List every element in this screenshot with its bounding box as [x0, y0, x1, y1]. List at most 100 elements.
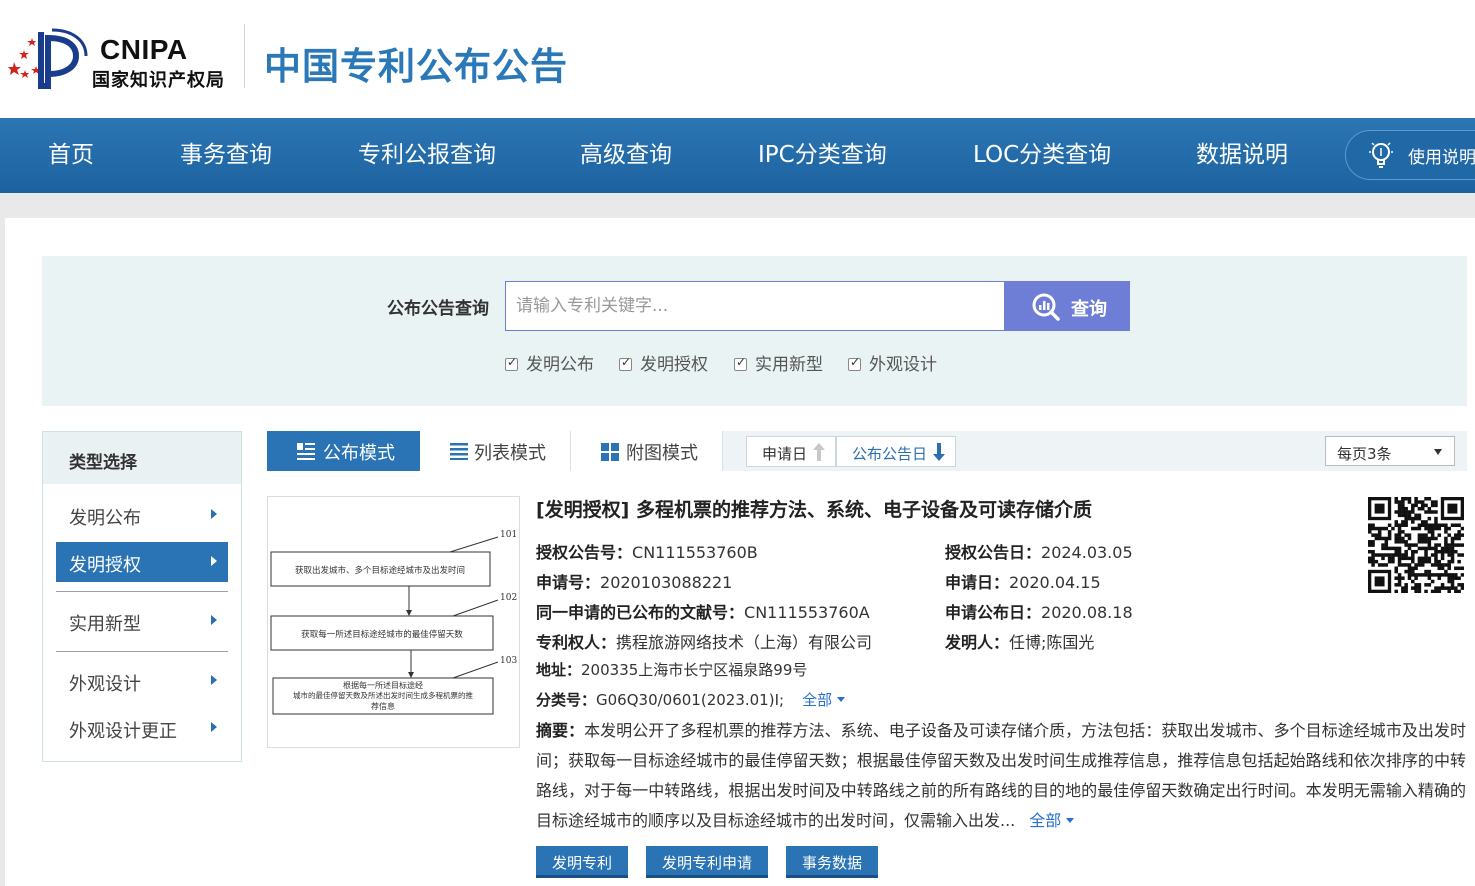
- qr-module: [1404, 553, 1408, 557]
- qr-module: [1404, 540, 1408, 544]
- qr-module: [1397, 563, 1402, 567]
- related-publication-number: CN111553760A: [744, 603, 870, 622]
- qr-module: [1454, 586, 1458, 590]
- nav-data-info[interactable]: 数据说明: [1196, 118, 1288, 193]
- affairs-data-button[interactable]: 事务数据: [786, 846, 878, 878]
- qr-module: [1384, 543, 1389, 547]
- qr-module: [1417, 586, 1422, 590]
- qr-module: [1424, 569, 1428, 574]
- qr-module: [1424, 549, 1428, 554]
- qr-module: [1407, 563, 1412, 567]
- qr-module: [1450, 583, 1455, 587]
- field-label: 分类号：: [536, 691, 597, 709]
- type-item-label: 发明公布: [69, 508, 141, 529]
- qr-module: [1420, 573, 1425, 577]
- application-date-row: 申请日：2020.04.15: [945, 569, 1101, 593]
- qr-module: [1384, 526, 1389, 531]
- qr-module: [1377, 530, 1382, 534]
- result-title[interactable]: [发明授权] 多程机票的推荐方法、系统、电子设备及可读存储介质: [536, 495, 1092, 522]
- tab-list-mode[interactable]: 列表模式: [420, 431, 571, 471]
- qr-module: [1377, 536, 1382, 541]
- button-label: 事务数据: [801, 854, 862, 872]
- nav-loc-query[interactable]: LOC分类查询: [973, 118, 1111, 193]
- qr-module: [1447, 589, 1451, 594]
- checkbox-invention-publication[interactable]: 发明公布: [505, 350, 594, 375]
- qr-module: [1417, 559, 1422, 564]
- nav-advanced-query[interactable]: 高级查询: [580, 118, 672, 193]
- qr-module: [1457, 583, 1461, 587]
- qr-module: [1407, 543, 1412, 547]
- search-input[interactable]: [505, 281, 1005, 331]
- flowchart-drawing: 101 102 103 获取出发城市、多个目标途经城市及出发时间 获取每一所述目…: [270, 530, 517, 715]
- qr-module: [1417, 516, 1422, 521]
- qr-module: [1457, 530, 1461, 534]
- qr-module: [1381, 553, 1385, 557]
- qr-module: [1407, 536, 1412, 541]
- checkbox-box[interactable]: [619, 355, 632, 371]
- per-page-select[interactable]: 每页3条: [1325, 436, 1455, 466]
- qr-module: [1417, 563, 1422, 567]
- invention-patent-button[interactable]: 发明专利: [536, 846, 628, 878]
- nav-gazette-query[interactable]: 专利公报查询: [358, 118, 496, 193]
- sort-label: 申请日: [762, 445, 808, 463]
- checkbox-invention-grant[interactable]: 发明授权: [619, 350, 708, 375]
- qr-module: [1397, 510, 1402, 514]
- cnipa-logo[interactable]: CNIPA 国家知识产权局: [8, 26, 238, 91]
- qr-module: [1414, 513, 1418, 518]
- sort-by-application-date[interactable]: 申请日: [746, 436, 836, 467]
- logo-subtitle: 国家知识产权局: [92, 70, 225, 91]
- type-item-invention-grant[interactable]: 发明授权: [56, 542, 228, 582]
- tab-publication-mode[interactable]: 公布模式: [267, 431, 420, 471]
- qr-module: [1404, 510, 1408, 514]
- help-button[interactable]: 使用说明: [1345, 130, 1475, 180]
- qr-module: [1414, 573, 1418, 577]
- qr-module: [1414, 563, 1418, 567]
- qr-module: [1424, 536, 1428, 541]
- search-button[interactable]: 查询: [1005, 281, 1130, 331]
- qr-module: [1417, 506, 1422, 511]
- qr-module: [1391, 553, 1395, 557]
- invention-application-button[interactable]: 发明专利申请: [646, 846, 768, 878]
- checkbox-utility-model[interactable]: 实用新型: [734, 350, 823, 375]
- tab-figure-mode[interactable]: 附图模式: [571, 431, 723, 471]
- qr-module: [1368, 523, 1372, 527]
- qr-module: [1427, 536, 1432, 541]
- type-item-invention-publication[interactable]: 发明公布: [56, 495, 228, 535]
- type-item-utility-model[interactable]: 实用新型: [56, 601, 228, 641]
- checkbox-box[interactable]: [505, 355, 518, 371]
- nav-home[interactable]: 首页: [48, 118, 94, 193]
- qr-module: [1397, 513, 1402, 518]
- classification-expand-link[interactable]: 全部: [802, 691, 845, 709]
- sort-by-publication-date[interactable]: 公布公告日: [836, 436, 956, 467]
- site-header: CNIPA 国家知识产权局 中国专利公布公告: [0, 0, 1475, 118]
- qr-module: [1430, 523, 1435, 527]
- checkbox-box[interactable]: [848, 355, 861, 371]
- type-divider: [56, 591, 228, 592]
- grant-date: 2024.03.05: [1041, 543, 1133, 562]
- patent-drawing-thumbnail[interactable]: 101 102 103 获取出发城市、多个目标途经城市及出发时间 获取每一所述目…: [267, 496, 520, 748]
- qr-module: [1401, 530, 1405, 534]
- nav-affairs-query[interactable]: 事务查询: [180, 118, 272, 193]
- qr-module: [1407, 569, 1412, 574]
- qr-module: [1440, 546, 1445, 551]
- qr-module: [1434, 543, 1438, 547]
- qr-module: [1424, 553, 1428, 557]
- qr-module: [1427, 573, 1432, 577]
- type-item-design-correction[interactable]: 外观设计更正: [56, 708, 228, 748]
- qr-module: [1420, 503, 1425, 508]
- logo-wordmark: CNIPA: [100, 34, 188, 65]
- abstract-expand-link[interactable]: 全部: [1029, 811, 1074, 830]
- checkbox-design[interactable]: 外观设计: [848, 350, 937, 375]
- qr-module: [1404, 563, 1408, 567]
- checkbox-box[interactable]: [734, 355, 747, 371]
- qr-module: [1401, 500, 1405, 504]
- field-label: 授权公告号：: [536, 543, 633, 562]
- grant-number: CN111553760B: [632, 543, 758, 562]
- search-panel: 公布公告查询 查询 发明公布 发明授权 实用新型 外观设计: [42, 256, 1467, 406]
- qr-module: [1411, 566, 1415, 571]
- qr-module: [1460, 566, 1465, 571]
- page-gutter-top: [0, 193, 1475, 218]
- qr-module: [1440, 573, 1445, 577]
- type-item-design[interactable]: 外观设计: [56, 661, 228, 701]
- nav-ipc-query[interactable]: IPC分类查询: [758, 118, 887, 193]
